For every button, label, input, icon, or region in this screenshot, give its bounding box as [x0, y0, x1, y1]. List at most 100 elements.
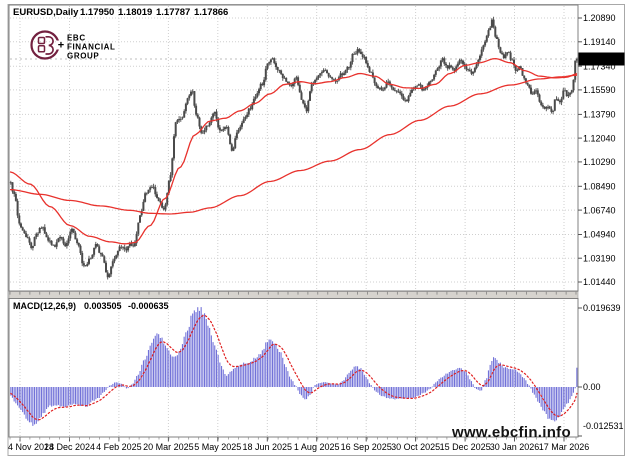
- macd-histogram-bar: [190, 316, 191, 387]
- macd-histogram-bar: [478, 387, 479, 390]
- macd-histogram-bar: [522, 377, 523, 387]
- macd-histogram-bar: [151, 343, 152, 387]
- macd-histogram-bar: [349, 373, 350, 387]
- macd-histogram-bar: [513, 370, 514, 388]
- macd-histogram-bar: [124, 387, 125, 388]
- macd-histogram-bar: [544, 387, 545, 411]
- macd-histogram-bar: [410, 387, 411, 398]
- time-axis-label: 17 Mar 2026: [539, 442, 590, 452]
- macd-histogram-bar: [235, 368, 236, 387]
- macd-histogram-bar: [281, 352, 282, 387]
- price-axis-label: 1.19140: [583, 37, 616, 47]
- macd-histogram-bar: [553, 387, 554, 420]
- macd-histogram-bar: [495, 358, 496, 387]
- macd-histogram-bar: [77, 387, 78, 404]
- logo-text-line2: FINANCIAL: [67, 43, 116, 52]
- macd-histogram-bar: [309, 387, 310, 395]
- macd-histogram-bar: [65, 387, 66, 407]
- macd-histogram-bar: [576, 368, 577, 387]
- macd-histogram-bar: [440, 378, 441, 387]
- macd-histogram-bar: [411, 387, 412, 399]
- macd-histogram-bar: [241, 365, 242, 388]
- macd-histogram-bar: [206, 319, 207, 387]
- macd-histogram-bar: [221, 366, 222, 387]
- macd-histogram-bar: [247, 363, 248, 387]
- macd-histogram-bar: [114, 383, 115, 388]
- macd-histogram-bar: [496, 360, 497, 387]
- macd-histogram-bar: [230, 372, 231, 387]
- macd-histogram-bar: [48, 387, 49, 407]
- mt4-chart-window: 1.208901.191401.173401.155901.137901.120…: [0, 0, 625, 465]
- macd-histogram-bar: [564, 387, 565, 407]
- macd-histogram-bar: [524, 378, 525, 387]
- macd-histogram-bar: [420, 387, 421, 395]
- macd-histogram-bar: [556, 387, 557, 420]
- macd-histogram-bar: [55, 387, 56, 405]
- macd-histogram-bar: [60, 387, 61, 407]
- macd-histogram-bar: [265, 342, 266, 387]
- macd-histogram-bar: [299, 387, 300, 394]
- macd-histogram-bar: [44, 387, 45, 413]
- macd-histogram-bar: [502, 366, 503, 388]
- macd-histogram-bar: [245, 364, 246, 387]
- macd-histogram-bar: [70, 387, 71, 405]
- macd-histogram-bar: [554, 387, 555, 421]
- chart-canvas[interactable]: 1.208901.191401.173401.155901.137901.120…: [0, 0, 625, 465]
- macd-scale-label: -0.012531: [583, 421, 624, 431]
- macd-histogram-bar: [539, 387, 540, 403]
- macd-histogram-bar: [313, 387, 314, 388]
- macd-histogram-bar: [255, 359, 256, 387]
- macd-histogram-bar: [196, 312, 197, 387]
- macd-histogram-bar: [529, 386, 530, 388]
- macd-histogram-bar: [323, 382, 324, 387]
- macd-histogram-bar: [388, 387, 389, 398]
- pane-separator[interactable]: [9, 292, 578, 299]
- macd-histogram-bar: [337, 385, 338, 387]
- time-axis-label: 4 Feb 2025: [96, 442, 142, 452]
- macd-histogram-bar: [315, 385, 316, 387]
- macd-histogram-bar: [170, 355, 171, 388]
- macd-histogram-bar: [201, 307, 202, 387]
- macd-histogram-bar: [112, 384, 113, 387]
- macd-histogram-bar: [400, 387, 401, 398]
- macd-histogram-bar: [274, 344, 275, 387]
- time-axis-label: 16 Sep 2025: [341, 442, 392, 452]
- macd-histogram-bar: [503, 368, 504, 387]
- macd-histogram-bar: [146, 356, 147, 387]
- macd-histogram-bar: [282, 358, 283, 387]
- macd-histogram-bar: [238, 366, 239, 387]
- macd-histogram-bar: [184, 337, 185, 387]
- macd-histogram-bar: [434, 384, 435, 387]
- macd-histogram-bar: [257, 357, 258, 387]
- macd-histogram-bar: [519, 373, 520, 387]
- macd-histogram-bar: [405, 387, 406, 399]
- macd-histogram-bar: [464, 371, 465, 387]
- macd-histogram-bar: [488, 370, 489, 387]
- macd-histogram-bar: [352, 370, 353, 388]
- macd-histogram-bar: [80, 387, 81, 406]
- macd-histogram-bar: [22, 387, 23, 412]
- logo-text-line3: GROUP: [67, 52, 99, 61]
- macd-histogram-bar: [248, 363, 249, 387]
- macd-histogram-bar: [92, 387, 93, 401]
- macd-histogram-bar: [267, 342, 268, 387]
- macd-histogram-bar: [357, 366, 358, 387]
- macd-histogram-bar: [417, 387, 418, 396]
- macd-histogram-bar: [469, 379, 470, 387]
- macd-histogram-bar: [233, 369, 234, 387]
- macd-name-label: MACD(12,26,9): [13, 301, 76, 311]
- time-axis-label: 30 Jan 2026: [490, 442, 540, 452]
- chart-title-ohlc: EURUSD,Daily 1.17950 1.18019 1.17787 1.1…: [13, 7, 228, 18]
- macd-histogram-bar: [432, 387, 433, 388]
- macd-histogram-bar: [532, 387, 533, 393]
- macd-histogram-bar: [296, 386, 297, 387]
- macd-histogram-bar: [223, 370, 224, 388]
- macd-histogram-bar: [75, 387, 76, 404]
- macd-histogram-bar: [99, 387, 100, 398]
- macd-histogram-bar: [126, 387, 127, 388]
- macd-histogram-bar: [454, 370, 455, 387]
- price-axis-label: 1.03190: [583, 253, 616, 263]
- macd-histogram-bar: [505, 367, 506, 387]
- price-axis-label: 1.08490: [583, 182, 616, 192]
- macd-histogram-bar: [294, 385, 295, 387]
